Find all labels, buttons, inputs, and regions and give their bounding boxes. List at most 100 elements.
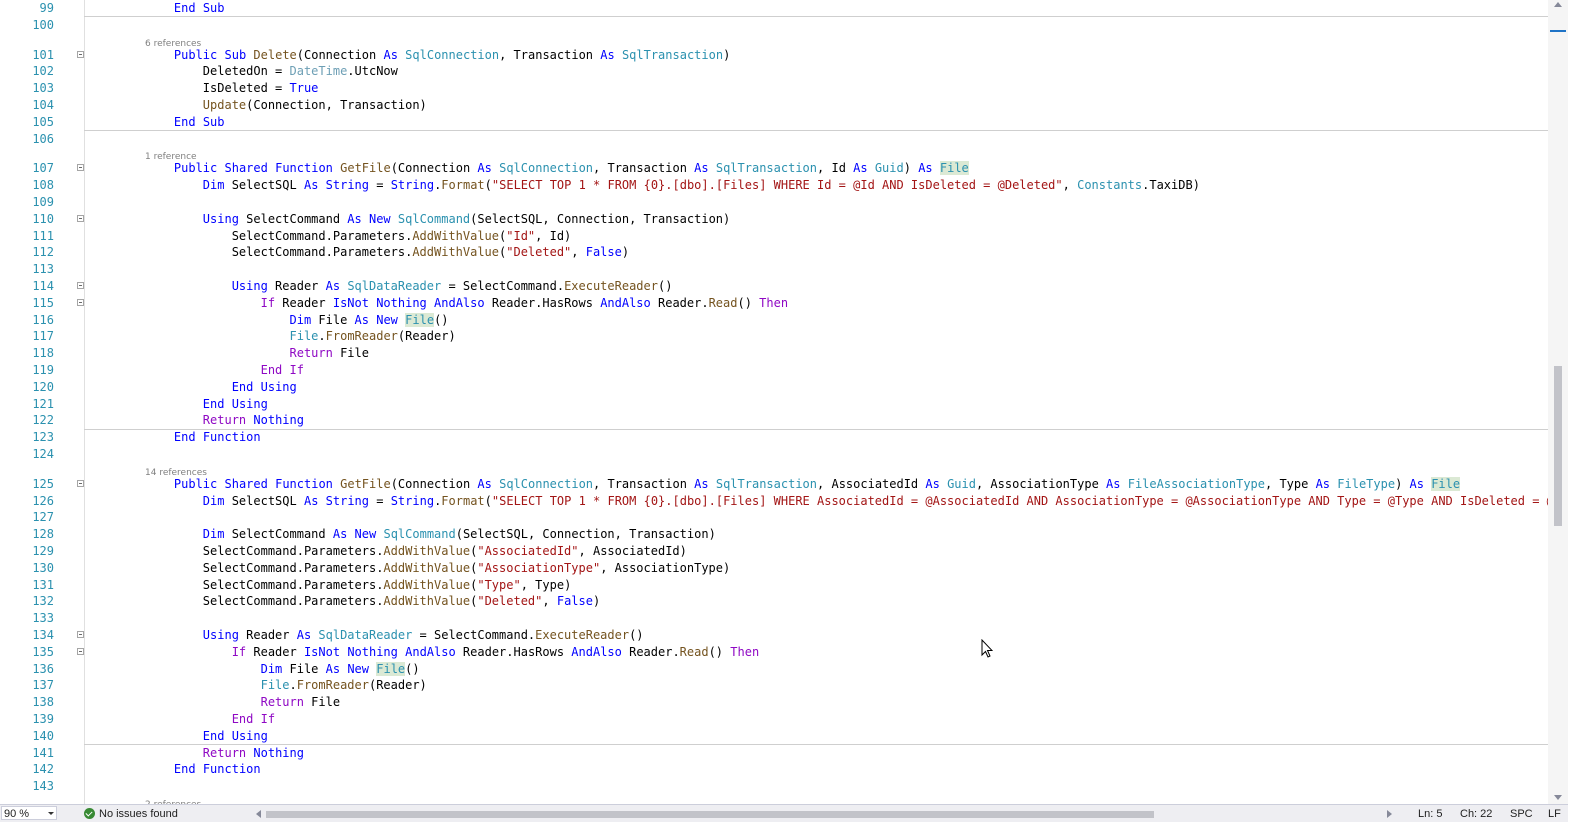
collapse-minus-icon[interactable]: [77, 631, 84, 638]
code-text[interactable]: Public Sub Delete(Connection As SqlConne…: [145, 47, 730, 64]
code-line[interactable]: 139 End If: [0, 711, 1548, 728]
vertical-scrollbar[interactable]: [1548, 0, 1568, 804]
collapse-minus-icon[interactable]: [77, 479, 84, 487]
code-text[interactable]: End Using: [145, 379, 297, 396]
line-ending-indicator[interactable]: LF: [1548, 807, 1561, 821]
code-line[interactable]: 125 Public Shared Function GetFile(Conne…: [0, 476, 1548, 493]
code-line[interactable]: 124: [0, 446, 1548, 463]
code-line[interactable]: 142 End Function: [0, 761, 1548, 778]
code-text[interactable]: Return File: [145, 345, 369, 362]
code-line[interactable]: 119 End If: [0, 362, 1548, 379]
code-line[interactable]: 104 Update(Connection, Transaction): [0, 97, 1548, 114]
code-text[interactable]: SelectCommand.Parameters.AddWithValue("I…: [145, 228, 572, 245]
collapse-minus-icon[interactable]: [77, 50, 84, 58]
reference-count[interactable]: 2 references: [0, 797, 1548, 804]
code-line[interactable]: 126 Dim SelectSQL As String = String.For…: [0, 493, 1568, 510]
code-text[interactable]: Return File: [145, 694, 340, 711]
code-text[interactable]: Update(Connection, Transaction): [145, 97, 427, 114]
code-line[interactable]: 116 Dim File As New File(): [0, 312, 1548, 329]
code-line[interactable]: 122 Return Nothing: [0, 412, 1548, 429]
code-line[interactable]: 140 End Using: [0, 728, 1548, 745]
line-indicator[interactable]: Ln: 5: [1418, 807, 1442, 821]
scroll-up-icon[interactable]: [1554, 2, 1562, 7]
code-text[interactable]: Dim File As New File(): [145, 312, 449, 329]
code-line[interactable]: 138 Return File: [0, 694, 1548, 711]
vertical-scroll-thumb[interactable]: [1554, 366, 1562, 526]
code-text[interactable]: End If: [145, 711, 275, 728]
code-line[interactable]: 137 File.FromReader(Reader): [0, 677, 1548, 694]
code-line[interactable]: 115 If Reader IsNot Nothing AndAlso Read…: [0, 295, 1548, 312]
code-text[interactable]: Public Shared Function GetFile(Connectio…: [145, 476, 1461, 493]
code-text[interactable]: SelectCommand.Parameters.AddWithValue("D…: [145, 593, 600, 610]
code-text[interactable]: Return Nothing: [145, 745, 304, 762]
code-line[interactable]: 136 Dim File As New File(): [0, 661, 1548, 678]
code-line[interactable]: 99 End Sub: [0, 0, 1548, 17]
code-text[interactable]: DeletedOn = DateTime.UtcNow: [145, 63, 398, 80]
code-text[interactable]: Dim SelectCommand As New SqlCommand(Sele…: [145, 526, 716, 543]
scroll-left-icon[interactable]: [256, 810, 261, 818]
code-text[interactable]: End Sub: [145, 0, 225, 17]
code-line[interactable]: 118 Return File: [0, 345, 1548, 362]
code-text[interactable]: SelectCommand.Parameters.AddWithValue("A…: [145, 560, 730, 577]
code-text[interactable]: File.FromReader(Reader): [145, 677, 427, 694]
reference-count-label[interactable]: 2 references: [145, 797, 201, 804]
code-text[interactable]: Dim SelectSQL As String = String.Format(…: [145, 177, 1200, 194]
collapse-minus-icon[interactable]: [77, 214, 84, 222]
zoom-dropdown[interactable]: 90 %: [1, 806, 57, 820]
issues-indicator[interactable]: No issues found: [84, 807, 178, 821]
char-indicator[interactable]: Ch: 22: [1460, 807, 1492, 821]
code-line[interactable]: 128 Dim SelectCommand As New SqlCommand(…: [0, 526, 1548, 543]
code-text[interactable]: End Using: [145, 728, 268, 745]
code-line[interactable]: 105 End Sub: [0, 114, 1548, 131]
scroll-right-icon[interactable]: [1387, 810, 1392, 818]
code-line[interactable]: 131 SelectCommand.Parameters.AddWithValu…: [0, 577, 1548, 594]
code-line[interactable]: 114 Using Reader As SqlDataReader = Sele…: [0, 278, 1548, 295]
code-line[interactable]: 133: [0, 610, 1548, 627]
code-text[interactable]: Using Reader As SqlDataReader = SelectCo…: [145, 278, 673, 295]
horizontal-scrollbar[interactable]: [256, 808, 1392, 820]
collapse-minus-icon[interactable]: [77, 647, 84, 655]
code-line[interactable]: 141 Return Nothing: [0, 745, 1548, 762]
code-text[interactable]: End Using: [145, 396, 268, 413]
chevron-down-icon[interactable]: [48, 812, 54, 815]
code-line[interactable]: 123 End Function: [0, 429, 1548, 446]
code-text[interactable]: If Reader IsNot Nothing AndAlso Reader.H…: [145, 295, 788, 312]
code-line[interactable]: 107 Public Shared Function GetFile(Conne…: [0, 160, 1548, 177]
code-line[interactable]: 111 SelectCommand.Parameters.AddWithValu…: [0, 228, 1548, 245]
code-text[interactable]: If Reader IsNot Nothing AndAlso Reader.H…: [145, 644, 759, 661]
code-text[interactable]: End Sub: [145, 114, 225, 131]
code-text[interactable]: SelectCommand.Parameters.AddWithValue("T…: [145, 577, 572, 594]
collapse-minus-icon[interactable]: [77, 298, 84, 306]
code-text[interactable]: SelectCommand.Parameters.AddWithValue("A…: [145, 543, 687, 560]
code-line[interactable]: 127: [0, 509, 1548, 526]
whitespace-indicator[interactable]: SPC: [1510, 807, 1533, 821]
code-line[interactable]: 132 SelectCommand.Parameters.AddWithValu…: [0, 593, 1548, 610]
code-text[interactable]: Return Nothing: [145, 412, 304, 429]
code-text[interactable]: End Function: [145, 761, 261, 778]
code-line[interactable]: 121 End Using: [0, 396, 1548, 413]
code-text[interactable]: IsDeleted = True: [145, 80, 319, 97]
code-text[interactable]: Dim SelectSQL As String = String.Format(…: [145, 493, 1568, 510]
code-text[interactable]: End Function: [145, 429, 261, 446]
code-text[interactable]: Using SelectCommand As New SqlCommand(Se…: [145, 211, 730, 228]
scroll-down-icon[interactable]: [1554, 795, 1562, 800]
code-line[interactable]: 113: [0, 261, 1548, 278]
code-text[interactable]: File.FromReader(Reader): [145, 328, 456, 345]
code-line[interactable]: 135 If Reader IsNot Nothing AndAlso Read…: [0, 644, 1548, 661]
code-text[interactable]: End If: [145, 362, 304, 379]
collapse-minus-icon[interactable]: [77, 282, 84, 289]
code-line[interactable]: 110 Using SelectCommand As New SqlComman…: [0, 211, 1548, 228]
code-text[interactable]: Public Shared Function GetFile(Connectio…: [145, 160, 969, 177]
code-line[interactable]: 130 SelectCommand.Parameters.AddWithValu…: [0, 560, 1548, 577]
code-line[interactable]: 143: [0, 778, 1548, 795]
code-line[interactable]: 117 File.FromReader(Reader): [0, 328, 1548, 345]
code-line[interactable]: 101 Public Sub Delete(Connection As SqlC…: [0, 47, 1548, 64]
code-text[interactable]: Dim File As New File(): [145, 661, 420, 678]
code-line[interactable]: 112 SelectCommand.Parameters.AddWithValu…: [0, 244, 1548, 261]
code-editor[interactable]: 99 End Sub 100 6 references 101 Public Sub …: [0, 0, 1568, 804]
code-line[interactable]: 108 Dim SelectSQL As String = String.For…: [0, 177, 1548, 194]
code-line[interactable]: 109: [0, 194, 1548, 211]
code-text[interactable]: Using Reader As SqlDataReader = SelectCo…: [145, 627, 644, 644]
code-line[interactable]: 134 Using Reader As SqlDataReader = Sele…: [0, 627, 1548, 644]
code-line[interactable]: 129 SelectCommand.Parameters.AddWithValu…: [0, 543, 1548, 560]
